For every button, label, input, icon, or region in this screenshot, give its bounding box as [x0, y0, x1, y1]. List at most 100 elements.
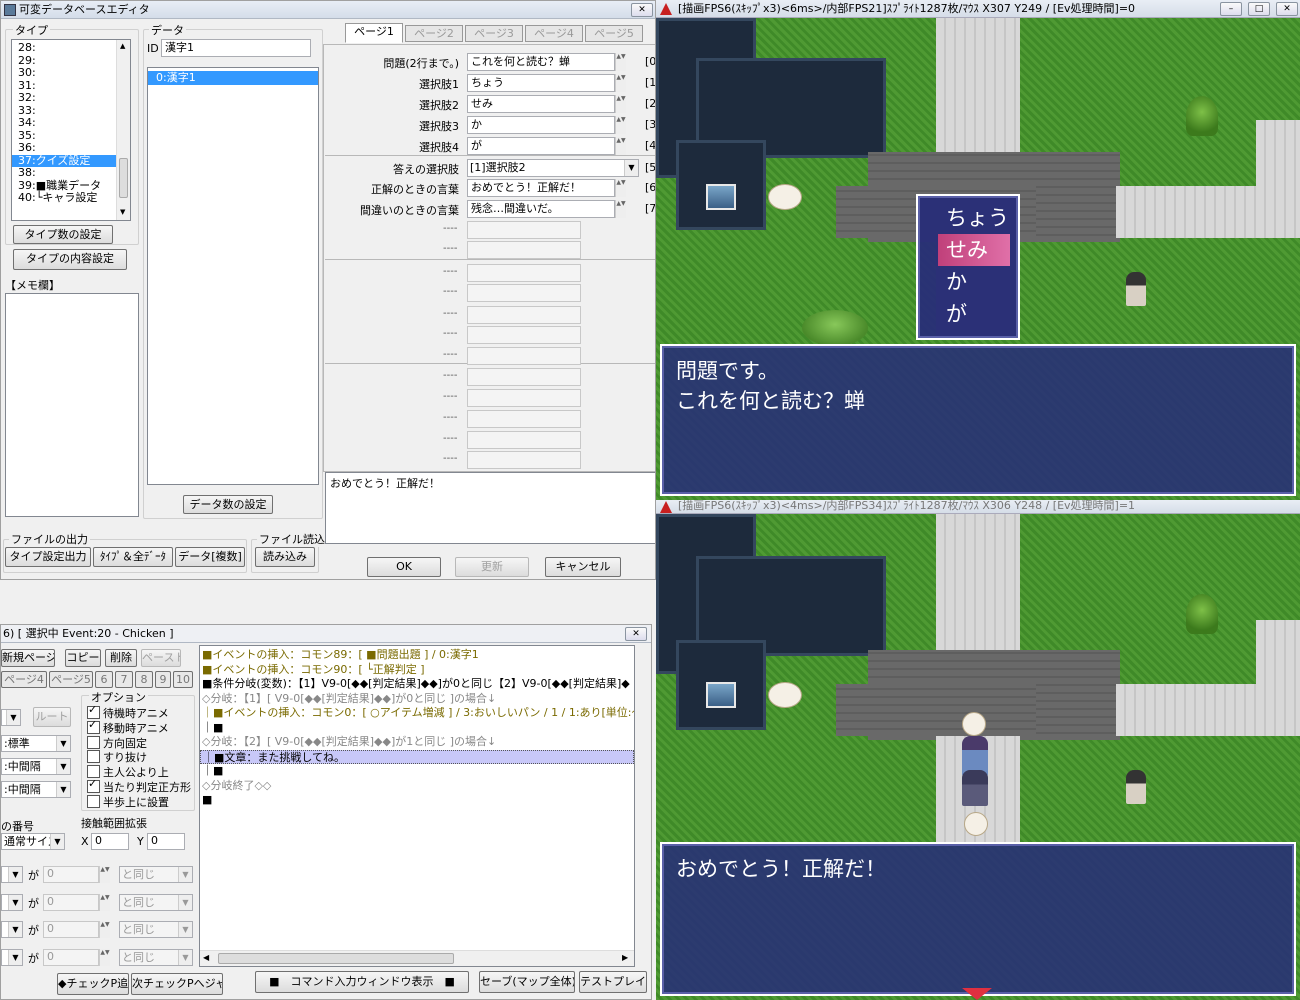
- option-checkbox[interactable]: 主人公より上: [87, 764, 169, 780]
- scroll-down-icon[interactable]: ▼: [120, 208, 125, 216]
- choice-option[interactable]: ちょう: [932, 202, 1018, 234]
- spin-buttons[interactable]: ▲▼: [99, 921, 110, 938]
- delete-button[interactable]: 削除: [105, 649, 137, 667]
- field-input[interactable]: 残念…間違いだ。: [467, 200, 615, 218]
- spin-buttons[interactable]: ▲▼: [615, 179, 626, 197]
- paste-button[interactable]: ペースト: [141, 649, 181, 667]
- message-window-2[interactable]: おめでとう！正解だ！: [660, 842, 1296, 996]
- tab-page-1[interactable]: ページ1: [345, 23, 403, 43]
- command-line[interactable]: ◇分岐終了◇◇: [200, 779, 634, 794]
- field-input[interactable]: これを何と読む？蝉: [467, 53, 615, 71]
- spin-buttons[interactable]: ▲▼: [615, 137, 626, 155]
- scroll-right-icon[interactable]: ▶: [622, 953, 628, 962]
- event-page-tab[interactable]: 10: [173, 671, 193, 688]
- spin-buttons[interactable]: ▲▼: [615, 116, 626, 134]
- condition-combo[interactable]: ▼: [1, 866, 23, 883]
- choice-option[interactable]: せみ: [938, 234, 1010, 266]
- type-list-scrollbar[interactable]: ▲ ▼: [116, 40, 130, 220]
- spin-buttons[interactable]: ▲▼: [615, 95, 626, 113]
- event-page-tab[interactable]: 6: [95, 671, 113, 688]
- database-editor-titlebar[interactable]: 可変データベースエディタ ✕: [1, 1, 655, 19]
- condition-combo[interactable]: ▼: [1, 893, 23, 911]
- update-button[interactable]: 更新: [455, 557, 529, 577]
- answer-choice-combo[interactable]: [1]選択肢2 ▼: [467, 159, 639, 177]
- spin-buttons[interactable]: ▲▼: [615, 53, 626, 71]
- command-line[interactable]: ｜■: [200, 721, 634, 736]
- condition-operator-combo[interactable]: と同じ ▼: [119, 948, 193, 966]
- horizontal-scrollbar[interactable]: ◀ ▶: [200, 950, 634, 966]
- scroll-thumb[interactable]: [218, 953, 454, 964]
- game-titlebar-1[interactable]: [描画FPS6(ｽｷｯﾌﾟx3)<6ms>/内部FPS21]ｽﾌﾟﾗｲﾄ1287…: [656, 0, 1300, 18]
- type-list-item[interactable]: 28:: [12, 41, 116, 55]
- text-preview-box[interactable]: おめでとう！正解だ！: [325, 472, 655, 544]
- command-line[interactable]: ■イベントの挿入：コモン89：[ ■問題出題 ] / 0:漢字1: [200, 648, 634, 663]
- data-list-item[interactable]: 0:漢字1: [148, 71, 318, 85]
- event-page-tab[interactable]: ページ5: [49, 671, 93, 688]
- type-content-button[interactable]: タイプの内容設定: [13, 249, 127, 270]
- type-settings-output-button[interactable]: タイプ設定出力: [5, 547, 91, 567]
- memo-textarea[interactable]: [5, 293, 139, 517]
- test-play-button[interactable]: テストプレイ: [579, 971, 647, 993]
- add-checkpoint-button[interactable]: ◆チェックP追加: [57, 973, 129, 995]
- minimize-icon[interactable]: –: [1220, 2, 1242, 16]
- type-list[interactable]: 28: 29: 30: 31: 32: 33: 34: 35: 36: 37:クイズ設定 38: 39…: [11, 39, 131, 221]
- choice-option[interactable]: か: [932, 266, 1018, 298]
- condition-operator-combo[interactable]: と同じ ▼: [119, 866, 193, 883]
- read-button[interactable]: 読み込み: [255, 547, 315, 567]
- type-list-item[interactable]: 40:└キャラ設定: [12, 191, 116, 205]
- command-line[interactable]: ｜■イベントの挿入：コモン0：[ ○アイテム増減 ] / 3:おいしいパン / …: [200, 706, 634, 721]
- type-all-data-button[interactable]: ﾀｲﾌﾟ＆全ﾃﾞｰﾀ: [93, 547, 173, 567]
- option-checkbox[interactable]: 待機時アニメ: [87, 703, 169, 721]
- condition-value-input[interactable]: 0: [43, 921, 99, 938]
- command-window-button[interactable]: ■ コマンド入力ウィンドウ表示 ■: [255, 971, 469, 993]
- spin-buttons[interactable]: ▲▼: [99, 866, 110, 883]
- tab-page-2[interactable]: ページ2: [405, 25, 463, 42]
- trigger-combo[interactable]: ▼: [1, 709, 21, 726]
- type-count-button[interactable]: タイプ数の設定: [13, 225, 113, 244]
- y-input[interactable]: 0: [147, 833, 185, 850]
- copy-button[interactable]: コピー: [65, 649, 101, 667]
- condition-value-input[interactable]: 0: [43, 893, 99, 911]
- event-page-tab[interactable]: 8: [135, 671, 153, 688]
- spin-buttons[interactable]: ▲▼: [99, 893, 110, 911]
- scroll-thumb[interactable]: [119, 158, 128, 198]
- save-map-button[interactable]: セーブ(マップ全体): [479, 971, 575, 993]
- event-editor-titlebar[interactable]: 6) [ 選択中 Event:20 - Chicken ] ✕: [1, 625, 651, 643]
- tab-page-5[interactable]: ページ5: [585, 25, 643, 42]
- id-input[interactable]: 漢字1: [161, 39, 311, 57]
- spin-buttons[interactable]: ▲▼: [615, 200, 626, 218]
- field-input[interactable]: か: [467, 116, 615, 134]
- data-count-button[interactable]: データ数の設定: [183, 495, 273, 514]
- shadow-size-combo[interactable]: 通常サイズ ▼: [1, 833, 65, 850]
- event-page-tab[interactable]: 7: [115, 671, 133, 688]
- command-line[interactable]: ｜■文章：また挑戦してね。: [200, 749, 634, 764]
- command-line[interactable]: ◇分岐：【2】[ V9-0[◆◆[判定結果]◆◆]が1と同じ ]の場合↓: [200, 735, 634, 750]
- movement-combo[interactable]: :標準 ▼: [1, 735, 71, 752]
- spin-buttons[interactable]: ▲▼: [615, 74, 626, 92]
- message-window-1[interactable]: 問題です。 これを何と読む？蝉: [660, 344, 1296, 496]
- cancel-button[interactable]: キャンセル: [545, 557, 621, 577]
- close-icon[interactable]: ✕: [625, 627, 647, 641]
- scroll-up-icon[interactable]: ▲: [120, 42, 125, 50]
- movement-combo[interactable]: :中間隔 ▼: [1, 781, 71, 798]
- type-list-item[interactable]: 30:: [12, 66, 116, 80]
- command-line[interactable]: ｜■: [200, 764, 634, 779]
- spin-buttons[interactable]: ▲▼: [99, 948, 110, 966]
- next-checkpoint-button[interactable]: 次チェックPへジャンプ: [131, 973, 223, 995]
- tab-page-4[interactable]: ページ4: [525, 25, 583, 42]
- type-list-item[interactable]: 38:: [12, 166, 116, 180]
- condition-operator-combo[interactable]: と同じ ▼: [119, 893, 193, 911]
- option-checkbox[interactable]: 方向固定: [87, 735, 147, 751]
- data-multiple-button[interactable]: データ[複数]: [175, 547, 245, 567]
- field-input[interactable]: おめでとう！正解だ！: [467, 179, 615, 197]
- tab-page-3[interactable]: ページ3: [465, 25, 523, 42]
- option-checkbox[interactable]: 移動時アニメ: [87, 718, 169, 736]
- command-list[interactable]: ■イベントの挿入：コモン89：[ ■問題出題 ] / 0:漢字1 ■イベントの挿入…: [199, 645, 635, 967]
- data-list[interactable]: 0:漢字1: [147, 67, 319, 485]
- choice-window[interactable]: ちょう せみかが: [916, 194, 1020, 340]
- type-list-item[interactable]: 34:: [12, 116, 116, 130]
- option-checkbox[interactable]: 半歩上に設置: [87, 794, 169, 810]
- new-page-button[interactable]: 新規ページ: [1, 649, 55, 667]
- scroll-left-icon[interactable]: ◀: [203, 953, 209, 962]
- type-list-item[interactable]: 32:: [12, 91, 116, 105]
